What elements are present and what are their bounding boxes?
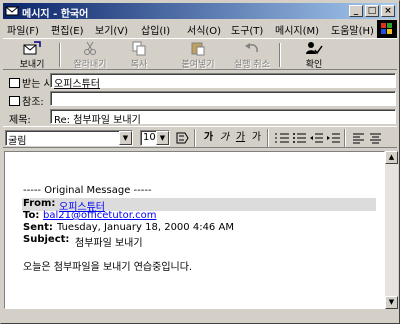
chevron-down-icon[interactable]: ▼ [119,131,132,145]
close-button[interactable]: × [381,5,395,17]
increase-indent-icon[interactable] [326,131,341,145]
chevron-down-icon[interactable]: ▼ [156,131,169,145]
window-title: 메시지 - 한국어 [22,9,89,20]
align-left-icon[interactable] [351,131,366,145]
scroll-down-icon[interactable]: ▼ [385,296,398,309]
check-names-icon [306,42,323,55]
decrease-indent-icon[interactable] [309,131,324,145]
to-link[interactable]: bal21@officetutor.com [43,210,156,221]
italic-button[interactable]: 가 [217,131,232,145]
sent-label: Sent: [23,222,53,233]
maximize-button[interactable]: □ [365,5,379,17]
standard-toolbar: 보내기 잘라내기 복사 붙여넣기 실행 취소 확인 [3,38,397,70]
menu-bar: 파일(F) 편집(E) 보기(V) 삽입(I) 서식(O) 도구(T) 메시지(… [3,20,397,37]
menu-edit[interactable]: 편집(E) [51,22,84,37]
scissors-icon [84,41,96,55]
menu-file[interactable]: 파일(F) [7,22,39,37]
toolbar-separator [194,129,196,147]
vertical-scrollbar[interactable]: ▲ ▼ [385,151,398,309]
menu-view[interactable]: 보기(V) [95,22,128,37]
windows-logo-icon [377,20,397,38]
toolbar-separator [59,43,61,67]
message-window: 메시지 - 한국어 _ □ × 파일(F) 편집(E) 보기(V) 삽입(I) … [0,0,400,324]
numbered-list-icon[interactable] [275,131,290,145]
cc-label[interactable]: 참조: [9,93,44,108]
menu-format[interactable]: 서식(O) [187,22,221,37]
sent-value: Tuesday, January 18, 2000 4:46 AM [57,222,234,233]
font-select[interactable]: 굴림 ▼ [5,130,133,147]
send-icon [23,41,41,55]
menu-insert[interactable]: 삽입(I) [141,22,170,37]
title-bar[interactable]: 메시지 - 한국어 _ □ × [3,3,397,20]
toolbar-separator [344,129,346,147]
subject-value: 첨부파일 보내기 [75,238,143,249]
font-size-select[interactable]: 10 ▼ [140,130,170,146]
font-color-button[interactable]: 가 [249,131,264,145]
original-message-divider: ----- Original Message ----- [23,185,152,196]
address-book-icon [9,96,20,106]
undo-button[interactable]: 실행 취소 [229,40,275,70]
subject-label: Subject: [23,234,70,245]
minimize-button[interactable]: _ [349,5,363,17]
address-book-icon [9,78,20,88]
cc-row: 참조: [9,91,397,108]
align-center-icon[interactable] [368,131,383,145]
to-row: 받는 사람: 오피스튜터 [9,73,397,90]
menu-tools[interactable]: 도구(T) [231,22,263,37]
to-field[interactable]: 오피스튜터 [50,73,396,90]
message-body[interactable]: ----- Original Message ----- From: 오피스튜터… [4,151,385,309]
subject-row: 제목: Re: 첨부파일 보내기 [9,109,397,126]
copy-icon [132,41,146,56]
undo-icon [245,43,258,53]
formatting-toolbar: 굴림 ▼ 10 ▼ 가 가 가 가 [3,126,397,148]
subject-field[interactable]: Re: 첨부파일 보내기 [50,109,396,126]
toolbar-separator [279,43,281,67]
underline-button[interactable]: 가 [233,131,248,145]
scroll-up-icon[interactable]: ▲ [385,151,398,164]
check-names-button[interactable]: 확인 [291,40,337,70]
to-label: To: [23,210,40,221]
menu-help[interactable]: 도움말(H) [331,22,374,37]
cut-button[interactable]: 잘라내기 [67,40,113,70]
status-bar [3,311,397,323]
bulleted-list-icon[interactable] [292,131,307,145]
mail-icon [5,6,19,16]
menu-message[interactable]: 메시지(M) [275,22,319,37]
send-button[interactable]: 보내기 [9,40,55,70]
subject-label: 제목: [9,115,31,126]
toolbar-separator [267,129,269,147]
paste-icon [191,42,205,56]
body-text: 오늘은 첨부파일을 보내기 연습중입니다. [23,262,193,273]
style-tag-icon[interactable] [175,131,190,145]
copy-button[interactable]: 복사 [116,40,162,70]
cc-field[interactable] [50,91,396,106]
from-label: From: [23,198,56,209]
bold-button[interactable]: 가 [201,131,216,145]
paste-button[interactable]: 붙여넣기 [175,40,221,70]
